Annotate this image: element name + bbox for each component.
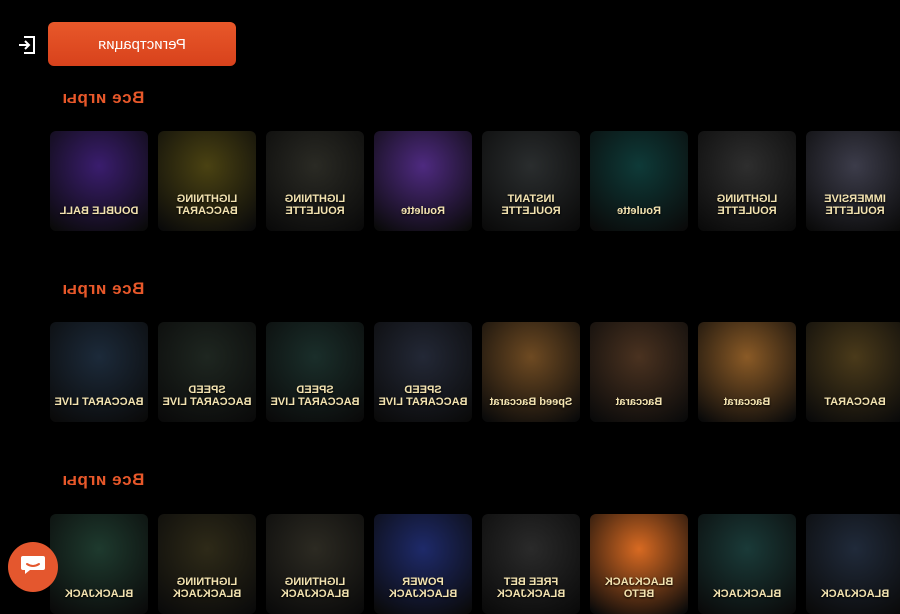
section-title: Все игры (62, 470, 145, 489)
game-tile-label: BLACKJACK (820, 588, 890, 600)
game-tile-label: DOUBLE BALL (59, 205, 139, 217)
login-icon[interactable] (16, 34, 38, 56)
game-tile-label: SPEED BACCARAT LIVE (162, 384, 252, 408)
game-tile[interactable]: BACCARAT (806, 322, 900, 422)
game-tile[interactable]: Roulette (590, 131, 688, 231)
game-tile-label: BACCARAT (824, 396, 886, 408)
register-button-label: Регистрация (98, 35, 186, 53)
game-tile[interactable]: FREE BET BLACKJACK (482, 514, 580, 614)
game-tile[interactable]: Roulette (374, 131, 472, 231)
game-tile-label: POWER BLACKJACK (388, 576, 458, 600)
game-tile[interactable]: BLACKJACK (806, 514, 900, 614)
chat-button[interactable] (8, 542, 58, 592)
game-tile-label: LIGHTNING ROULETTE (284, 193, 346, 217)
game-tile[interactable]: LIGHTNING ROULETTE (698, 131, 796, 231)
game-tile[interactable]: IMMERSIVE ROULETTE (806, 131, 900, 231)
section-title: Все игры (62, 88, 145, 107)
game-tile-label: Roulette (401, 205, 445, 217)
game-tile-label: SPEED BACCARAT LIVE (378, 384, 468, 408)
game-tile[interactable]: INSTANT ROULETTE (482, 131, 580, 231)
register-button[interactable]: Регистрация (48, 22, 236, 66)
game-tile-label: LIGHTNING BLACKJACK (172, 576, 242, 600)
game-tile-label: FREE BET BLACKJACK (496, 576, 566, 600)
game-tile-label: INSTANT ROULETTE (501, 193, 561, 217)
game-tile-label: IMMERSIVE ROULETTE (824, 193, 886, 217)
game-tile-label: BACCARAT LIVE (54, 396, 144, 408)
game-tile[interactable]: Baccarat (698, 322, 796, 422)
game-tile[interactable]: BACCARAT LIVE (50, 322, 148, 422)
game-tile[interactable]: SPEED BACCARAT LIVE (374, 322, 472, 422)
game-tile[interactable]: BLACKJACK (698, 514, 796, 614)
game-tile-label: BLACKJACK (712, 588, 782, 600)
game-tile[interactable]: LIGHTNING BACCARAT (158, 131, 256, 231)
game-tile-label: LIGHTNING ROULETTE (716, 193, 778, 217)
game-row: DOUBLE BALL LIGHTNING BACCARAT LIGHTNING… (50, 131, 900, 231)
game-tile-label: Baccarat (723, 396, 771, 408)
game-tile[interactable]: BLACKJACK (50, 514, 148, 614)
game-tile-label: Baccarat (615, 396, 663, 408)
game-tile[interactable]: SPEED BACCARAT LIVE (266, 322, 364, 422)
game-tile[interactable]: LIGHTNING BLACKJACK (266, 514, 364, 614)
game-tile[interactable]: LIGHTNING BLACKJACK (158, 514, 256, 614)
game-tile-label: LIGHTNING BACCARAT (176, 193, 238, 217)
section-title: Все игры (62, 279, 145, 298)
game-tile[interactable]: SPEED BACCARAT LIVE (158, 322, 256, 422)
game-tile-label: Speed Baccarat (489, 396, 573, 408)
game-tile[interactable]: Baccarat (590, 322, 688, 422)
game-tile-label: BLACKJACK BETO (604, 576, 674, 600)
game-tile[interactable]: Speed Baccarat (482, 322, 580, 422)
game-tile-label: SPEED BACCARAT LIVE (270, 384, 360, 408)
chat-icon (20, 553, 46, 582)
game-tile[interactable]: LIGHTNING ROULETTE (266, 131, 364, 231)
game-tile-label: Roulette (617, 205, 661, 217)
game-tile-label: BLACKJACK (64, 588, 134, 600)
game-tile[interactable]: DOUBLE BALL (50, 131, 148, 231)
game-row: BACCARAT LIVE SPEED BACCARAT LIVE SPEED … (50, 322, 900, 422)
game-tile[interactable]: BLACKJACK BETO (590, 514, 688, 614)
game-tile-label: LIGHTNING BLACKJACK (280, 576, 350, 600)
game-tile[interactable]: POWER BLACKJACK (374, 514, 472, 614)
game-row: BLACKJACK LIGHTNING BLACKJACK LIGHTNING … (50, 514, 900, 614)
